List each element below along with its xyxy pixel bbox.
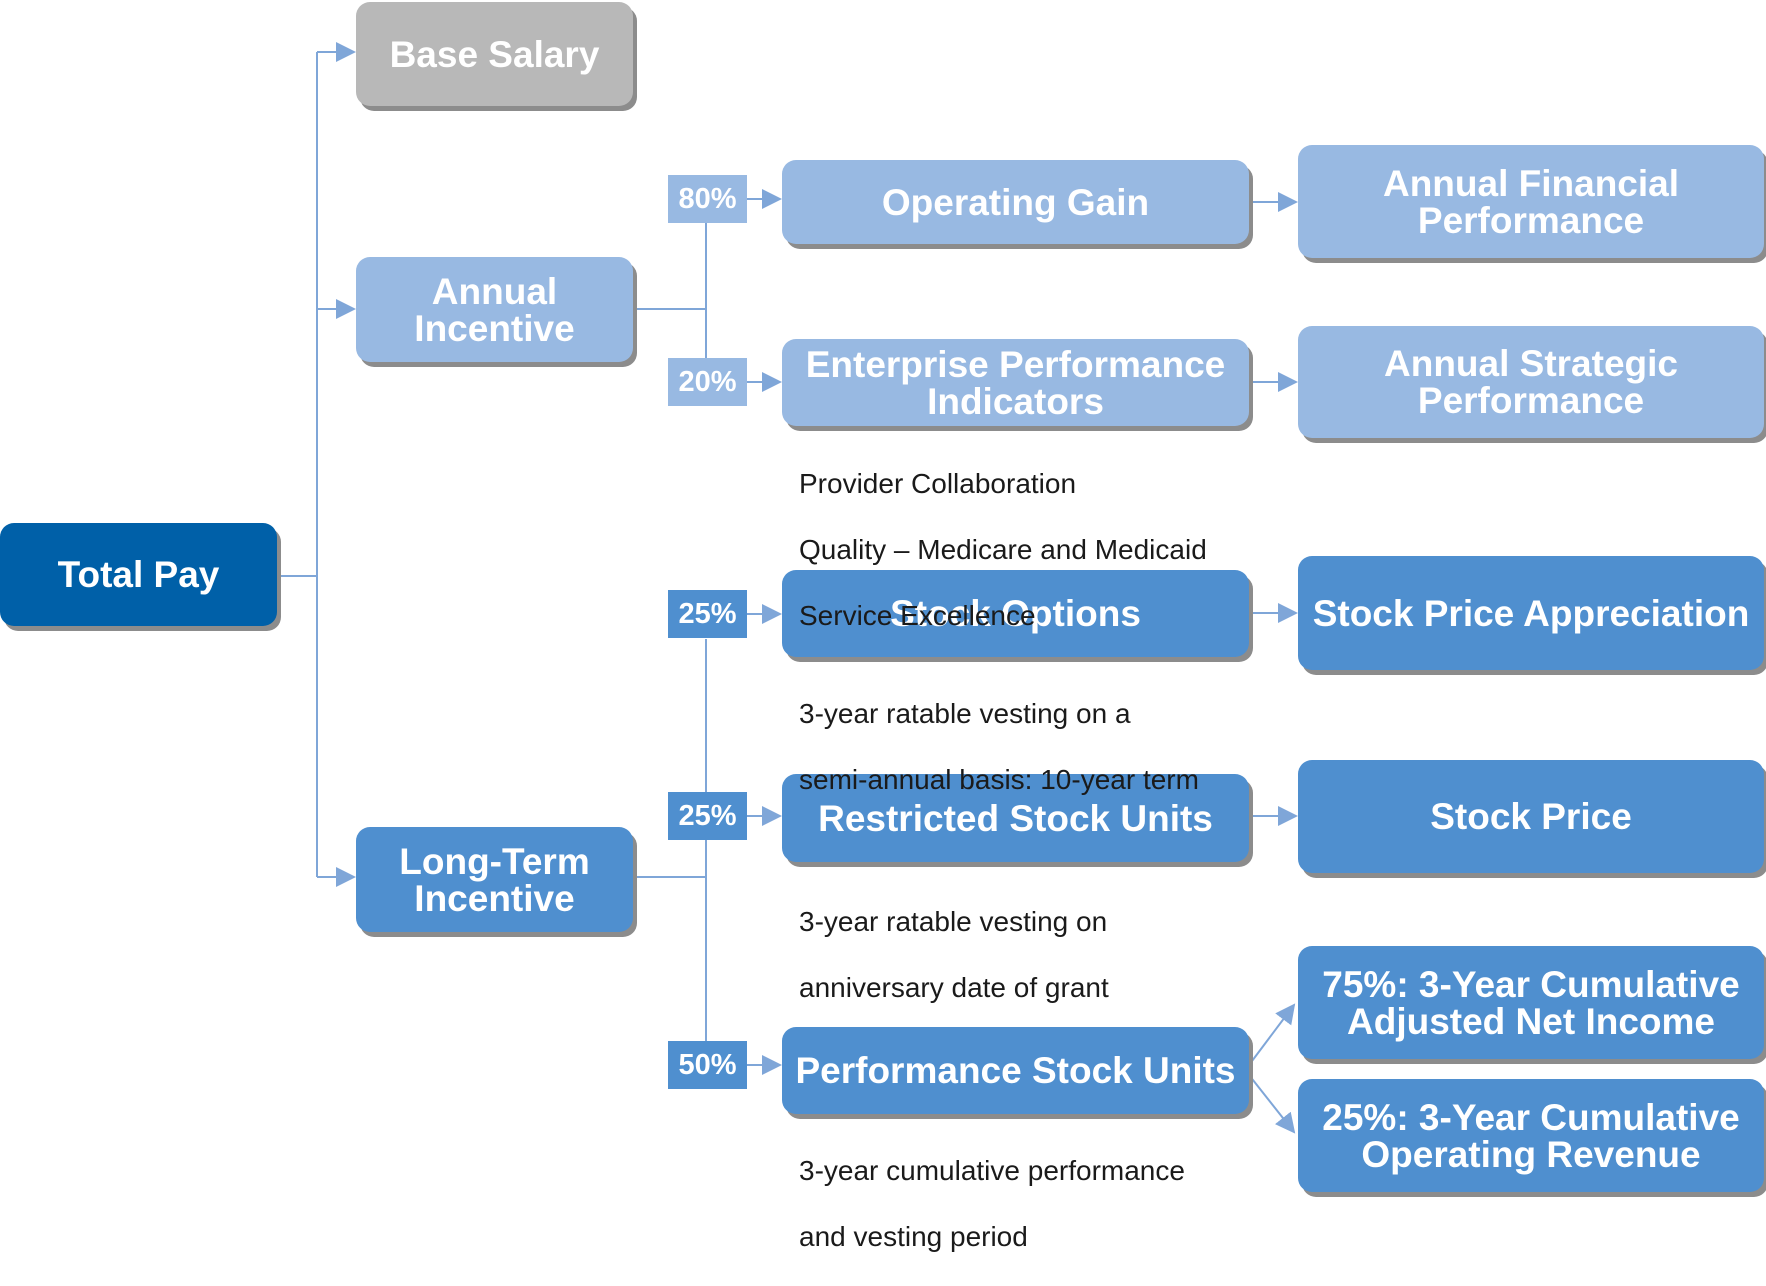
pct-epi: 20%	[668, 358, 747, 406]
pct-operating-gain: 80%	[668, 175, 747, 223]
note-line: Quality – Medicare and Medicaid	[799, 534, 1207, 565]
long-term-incentive-box: Long-Term Incentive	[356, 827, 633, 932]
note-line: and vesting period	[799, 1221, 1028, 1252]
stock-price-appreciation-box: Stock Price Appreciation	[1298, 556, 1764, 670]
note-line: 3-year ratable vesting on	[799, 906, 1108, 937]
operating-gain-box: Operating Gain	[782, 160, 1249, 244]
operating-revenue-metric-box: 25%: 3-Year Cumulative Operating Revenue	[1298, 1079, 1764, 1192]
base-salary-box: Base Salary	[356, 2, 633, 106]
psu-notes: 3-year cumulative performance and vestin…	[799, 1121, 1185, 1286]
note-line: 3-year cumulative performance	[799, 1155, 1185, 1186]
psu-box: Performance Stock Units	[782, 1027, 1249, 1114]
note-line: 3-year ratable vesting on a	[799, 698, 1131, 729]
pct-rsu: 25%	[668, 792, 747, 840]
note-line: Provider Collaboration	[799, 468, 1077, 499]
epi-notes: Provider Collaboration Quality – Medicar…	[799, 434, 1207, 665]
rsu-notes: 3-year ratable vesting on anniversary da…	[799, 872, 1109, 1037]
note-line: Service Excellence	[799, 600, 1036, 631]
stock-price-box: Stock Price	[1298, 760, 1764, 873]
stock-options-notes: 3-year ratable vesting on a semi-annual …	[799, 664, 1199, 829]
net-income-metric-box: 75%: 3-Year Cumulative Adjusted Net Inco…	[1298, 946, 1764, 1059]
epi-box: Enterprise Performance Indicators	[782, 339, 1249, 426]
note-line: semi-annual basis: 10-year term	[799, 764, 1199, 795]
total-pay-box: Total Pay	[0, 523, 277, 626]
pct-stock-options: 25%	[668, 590, 747, 638]
annual-strategic-performance-box: Annual Strategic Performance	[1298, 326, 1764, 438]
annual-incentive-box: Annual Incentive	[356, 257, 633, 362]
pct-psu: 50%	[668, 1041, 747, 1089]
annual-financial-performance-box: Annual Financial Performance	[1298, 145, 1764, 258]
note-line: anniversary date of grant	[799, 972, 1109, 1003]
